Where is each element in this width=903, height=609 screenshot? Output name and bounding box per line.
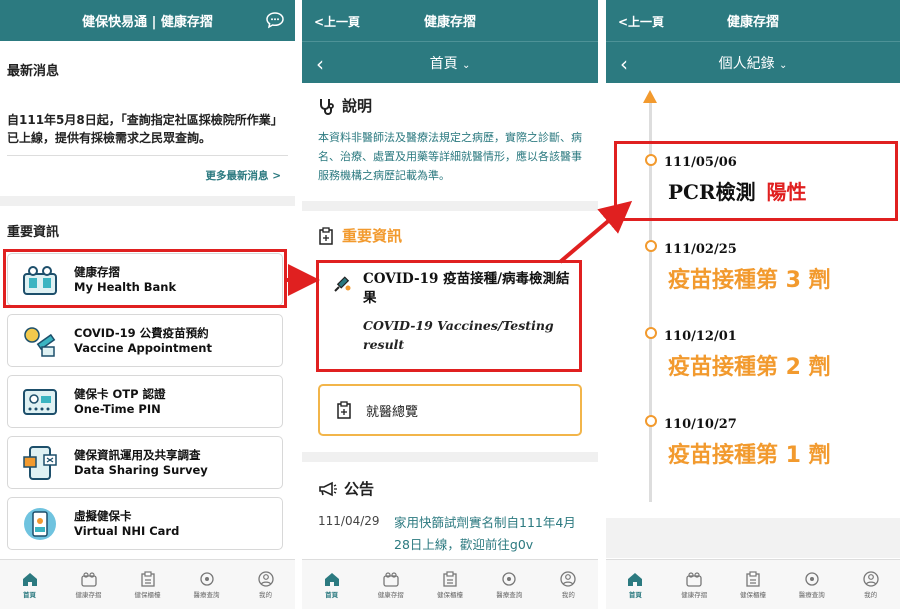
flow-arrows xyxy=(287,200,633,296)
arrow-to-record-screen xyxy=(558,200,633,264)
